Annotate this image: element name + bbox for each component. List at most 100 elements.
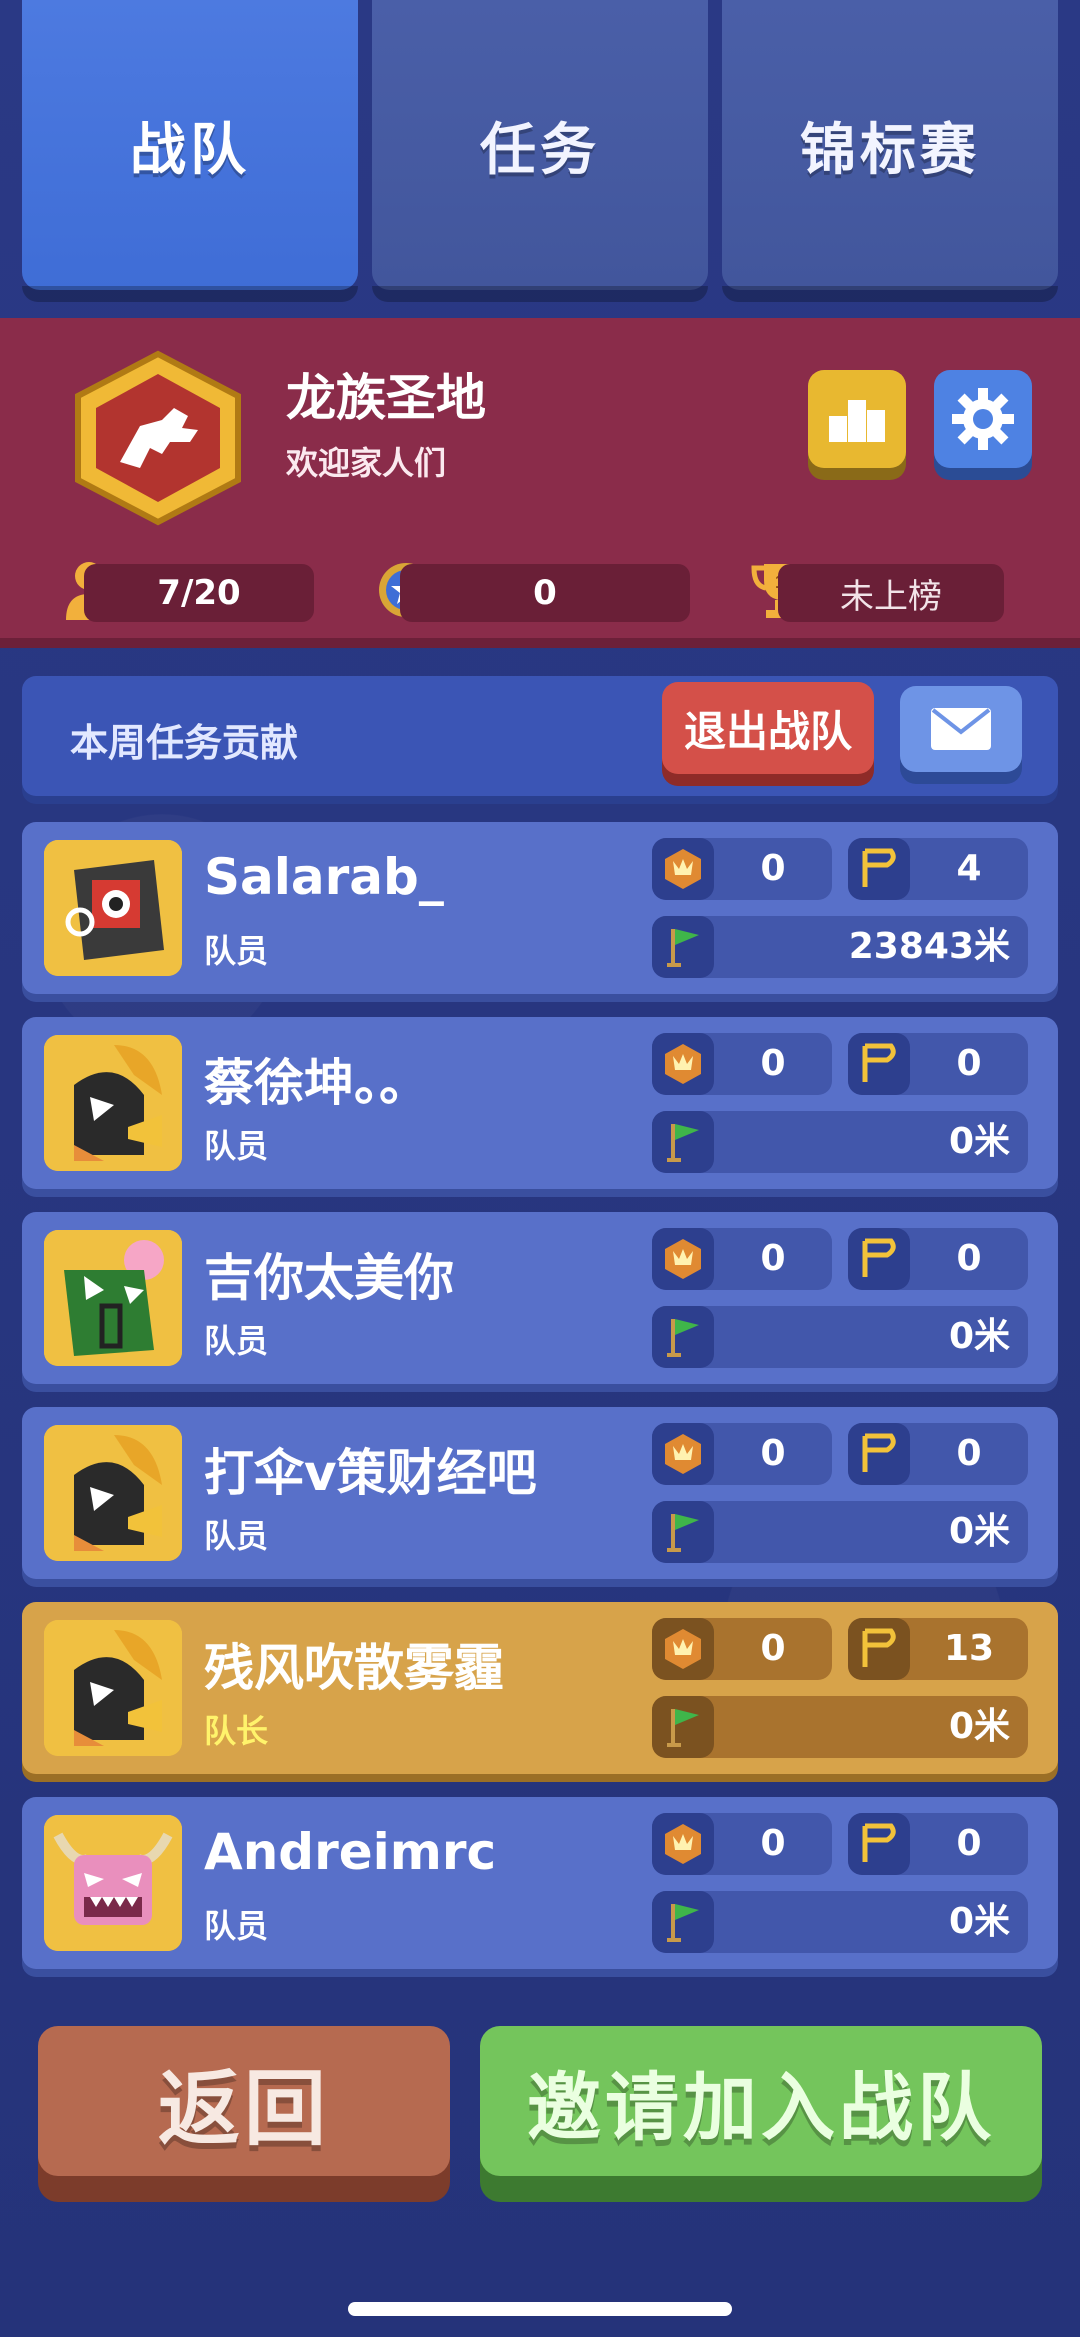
distance-stat: 0米 (652, 1891, 1028, 1953)
trophy-badge-icon (665, 1629, 701, 1669)
member-row[interactable]: 残风吹散雾霾 队长 0 13 0米 (22, 1602, 1058, 1774)
flag-stat: 0 (848, 1228, 1028, 1290)
member-row[interactable]: 打伞v策财经吧 队员 0 0 0米 (22, 1407, 1058, 1579)
tab-team[interactable]: 战队 (22, 0, 358, 302)
flag-stat: 0 (848, 1033, 1028, 1095)
distance-value: 0米 (948, 1706, 1010, 1747)
flag-count: 0 (956, 1823, 982, 1864)
green-flag-icon-wrap (652, 1111, 714, 1173)
invite-button[interactable]: 邀请加入战队 (480, 2026, 1042, 2176)
leaderboard-button[interactable] (808, 370, 906, 482)
flag-stat: 0 (848, 1813, 1028, 1875)
leaderboard-icon (829, 400, 885, 442)
flag-count: 0 (956, 1433, 982, 1474)
member-role: 队员 (204, 1322, 269, 1360)
member-row[interactable]: 蔡徐坤。。 队员 0 0 0米 (22, 1017, 1058, 1189)
green-flag-icon (667, 929, 699, 967)
distance-stat: 23843米 (652, 916, 1028, 978)
avatar[interactable] (44, 1620, 182, 1756)
trophy-count: 0 (760, 1043, 786, 1084)
trophy-count: 0 (760, 848, 786, 889)
flag-stat: 0 (848, 1423, 1028, 1485)
member-name: 残风吹散雾霾 (204, 1639, 504, 1697)
tab-championship[interactable]: 锦标赛 (722, 0, 1058, 302)
weekly-title: 本周任务贡献 (70, 721, 299, 765)
distance-value: 0米 (948, 1316, 1010, 1357)
avatar[interactable] (44, 1035, 182, 1171)
trophy-stat: 0 (652, 838, 832, 900)
team-stars: 0 (400, 564, 690, 622)
member-role: 队员 (204, 1907, 269, 1945)
team-rank: 未上榜 (778, 564, 1004, 622)
golden-flag-icon-wrap (848, 1618, 910, 1680)
flag-count: 0 (956, 1238, 982, 1279)
trophy-badge-icon (665, 849, 701, 889)
trophy-stat: 0 (652, 1033, 832, 1095)
avatar[interactable] (44, 1425, 182, 1561)
distance-value: 0米 (948, 1901, 1010, 1942)
trophy-badge-icon-wrap (652, 1618, 714, 1680)
avatar[interactable] (44, 1230, 182, 1366)
trophy-stat: 0 (652, 1618, 832, 1680)
settings-gear-icon (952, 388, 1014, 450)
golden-flag-icon-wrap (848, 1423, 910, 1485)
trophy-badge-icon (665, 1044, 701, 1084)
member-name: Andreimrc (204, 1823, 497, 1881)
golden-flag-icon (862, 1823, 896, 1862)
back-button[interactable]: 返回 (38, 2026, 450, 2176)
avatar[interactable] (44, 1815, 182, 1951)
green-flag-icon-wrap (652, 916, 714, 978)
member-role: 队员 (204, 1127, 269, 1165)
green-flag-icon-wrap (652, 1891, 714, 1953)
flag-count: 13 (943, 1628, 995, 1669)
team-badge-icon (75, 350, 241, 526)
trophy-badge-icon-wrap (652, 1423, 714, 1485)
member-role: 队长 (204, 1712, 269, 1750)
distance-stat: 0米 (652, 1696, 1028, 1758)
weekly-contribution-bar: 本周任务贡献 退出战队 (22, 676, 1058, 796)
distance-stat: 0米 (652, 1501, 1028, 1563)
team-header: 龙族圣地 欢迎家人们 7/20 0 未上榜 (0, 318, 1080, 648)
golden-flag-icon (862, 1433, 896, 1472)
trophy-count: 0 (760, 1433, 786, 1474)
settings-button[interactable] (934, 370, 1032, 482)
team-motto: 欢迎家人们 (286, 444, 447, 482)
avatar[interactable] (44, 840, 182, 976)
trophy-stat: 0 (652, 1228, 832, 1290)
member-role: 队员 (204, 1517, 269, 1555)
member-row[interactable]: Salarab_ 队员 0 4 23843米 (22, 822, 1058, 994)
mail-icon (931, 708, 991, 750)
member-row[interactable]: 吉你太美你 队员 0 0 0米 (22, 1212, 1058, 1384)
flag-stat: 13 (848, 1618, 1028, 1680)
green-flag-icon (667, 1514, 699, 1552)
mail-button[interactable] (900, 686, 1022, 772)
golden-flag-icon-wrap (848, 1033, 910, 1095)
distance-value: 0米 (948, 1121, 1010, 1162)
trophy-count: 0 (760, 1823, 786, 1864)
flag-count: 0 (956, 1043, 982, 1084)
member-row[interactable]: Andreimrc 队员 0 0 0米 (22, 1797, 1058, 1969)
trophy-badge-icon-wrap (652, 838, 714, 900)
golden-flag-icon (862, 1043, 896, 1082)
tab-tasks[interactable]: 任务 (372, 0, 708, 302)
trophy-badge-icon (665, 1239, 701, 1279)
distance-value: 0米 (948, 1511, 1010, 1552)
trophy-count: 0 (760, 1238, 786, 1279)
leave-team-button[interactable]: 退出战队 (662, 682, 874, 774)
green-flag-icon-wrap (652, 1306, 714, 1368)
golden-flag-icon-wrap (848, 1228, 910, 1290)
distance-stat: 0米 (652, 1111, 1028, 1173)
green-flag-icon (667, 1124, 699, 1162)
green-flag-icon (667, 1709, 699, 1747)
green-flag-icon (667, 1319, 699, 1357)
home-indicator[interactable] (348, 2302, 732, 2316)
member-name: Salarab_ (204, 848, 444, 906)
golden-flag-icon (862, 1238, 896, 1277)
member-count: 7/20 (84, 564, 314, 622)
member-name: 打伞v策财经吧 (204, 1444, 537, 1502)
golden-flag-icon-wrap (848, 1813, 910, 1875)
trophy-stat: 0 (652, 1813, 832, 1875)
trophy-stat: 0 (652, 1423, 832, 1485)
trophy-badge-icon-wrap (652, 1228, 714, 1290)
member-name: 蔡徐坤。。 (204, 1054, 429, 1112)
